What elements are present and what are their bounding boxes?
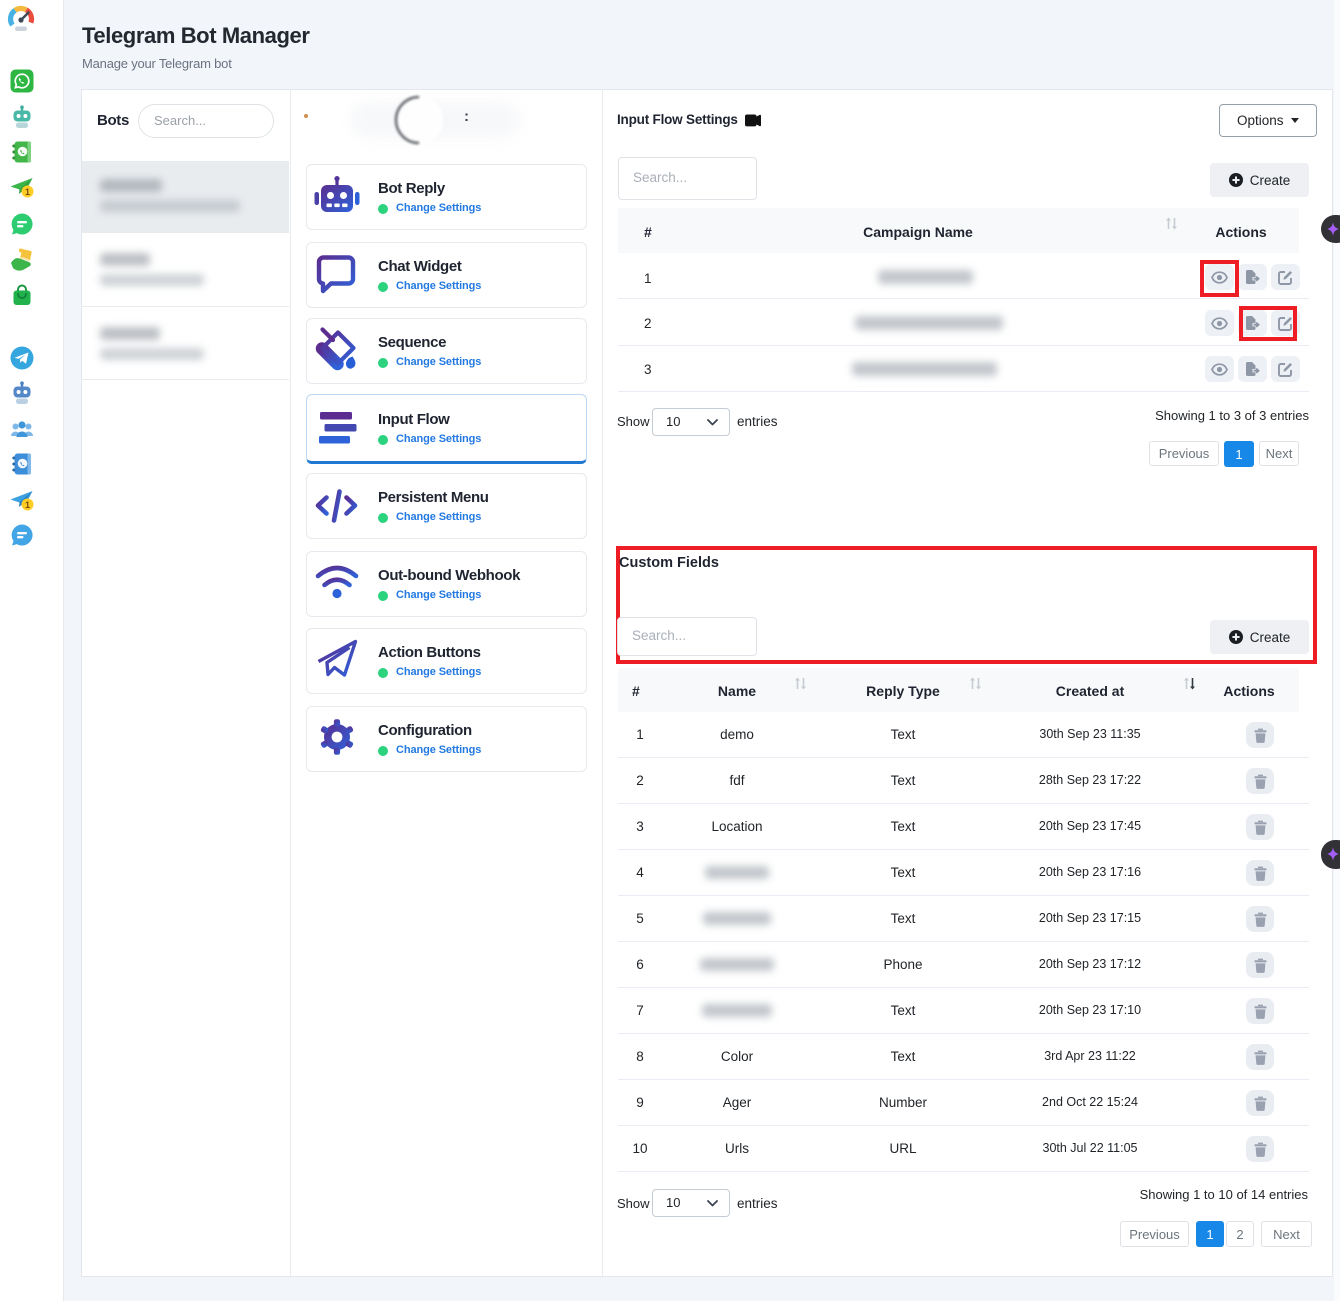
svg-text:1: 1 xyxy=(25,187,30,197)
svg-text:1: 1 xyxy=(25,500,30,510)
